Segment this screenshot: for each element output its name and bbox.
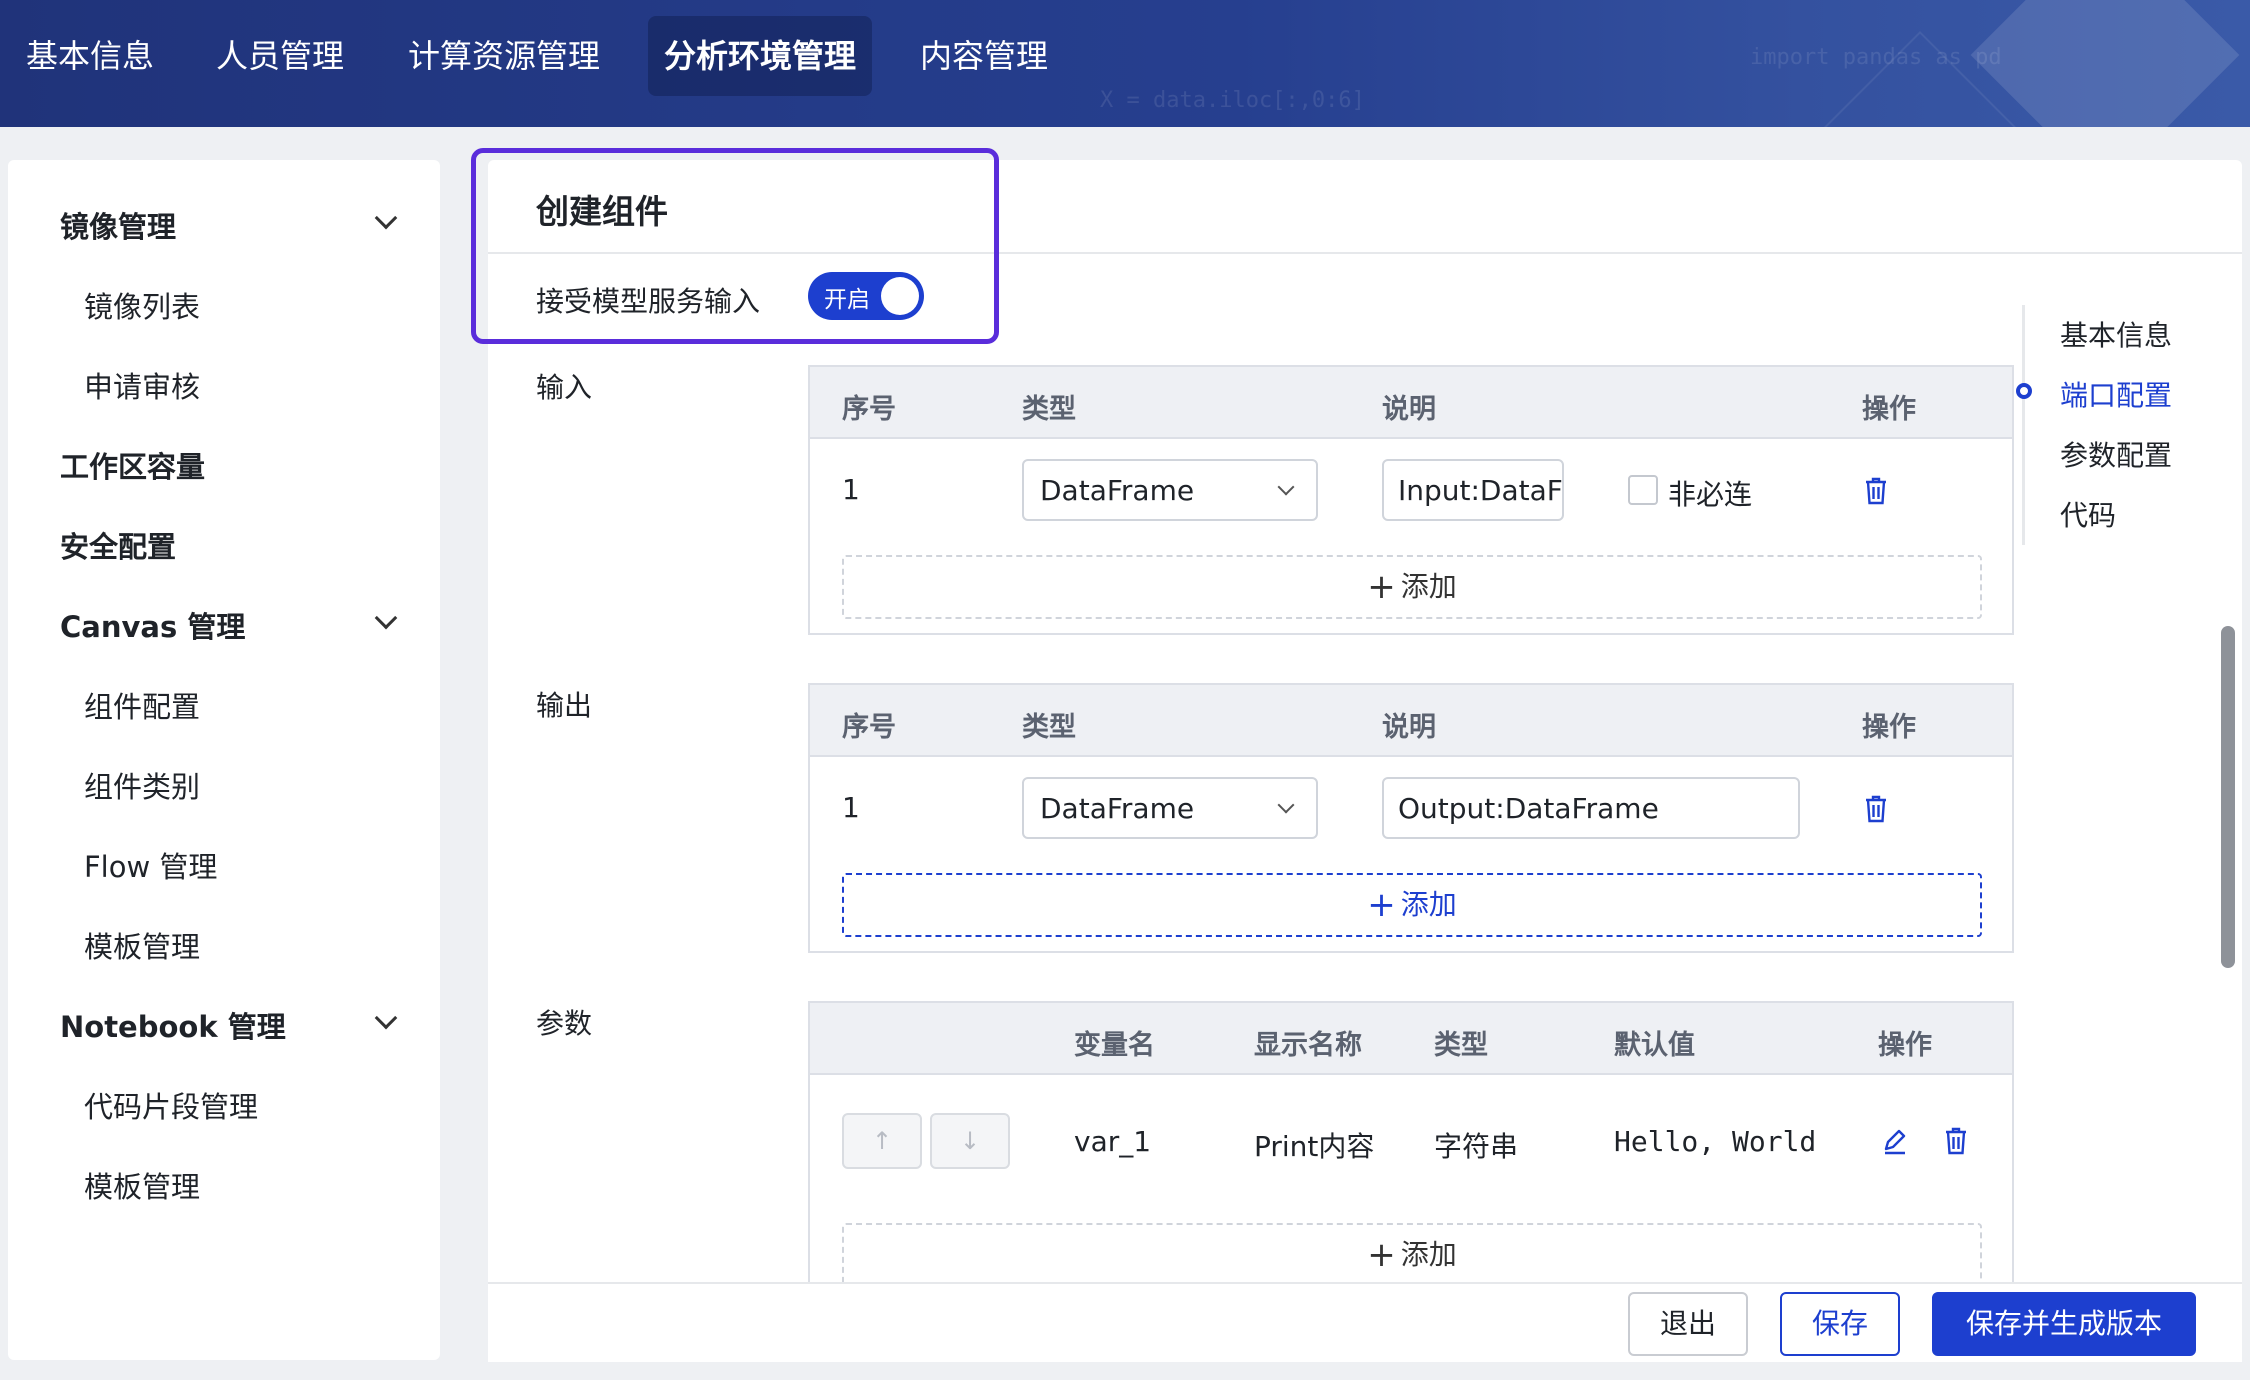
input-type-select[interactable]: DataFrame xyxy=(1022,459,1318,521)
row-index: 1 xyxy=(842,791,860,824)
move-down-button[interactable]: ↓ xyxy=(930,1113,1010,1169)
add-input-button[interactable]: + 添加 xyxy=(842,555,1982,619)
highlight-box xyxy=(471,148,999,344)
input-value: Input:DataFrame xyxy=(1398,474,1562,507)
param-var-name: var_1 xyxy=(1074,1125,1152,1158)
sidebar-item-code-snippets[interactable]: 代码片段管理 xyxy=(84,1084,258,1126)
add-label: 添加 xyxy=(1400,1238,1457,1271)
select-value: DataFrame xyxy=(1040,792,1195,825)
anchor-basic-info[interactable]: 基本信息 xyxy=(2060,314,2172,354)
sidebar-group-canvas[interactable]: Canvas 管理 xyxy=(60,604,245,646)
sidebar-item-workspace-capacity[interactable]: 工作区容量 xyxy=(60,444,205,486)
chevron-down-icon xyxy=(1277,478,1295,496)
trash-icon[interactable] xyxy=(1864,795,1888,823)
add-label: 添加 xyxy=(1400,888,1457,921)
output-section-label: 输出 xyxy=(536,689,593,722)
col-desc: 说明 xyxy=(1382,394,1436,425)
edit-icon[interactable] xyxy=(1882,1129,1908,1155)
col-actions: 操作 xyxy=(1862,394,1916,425)
chevron-down-icon[interactable] xyxy=(374,206,398,230)
nav-item-compute-resources[interactable]: 计算资源管理 xyxy=(392,16,616,96)
add-output-button[interactable]: + 添加 xyxy=(842,873,1982,937)
sidebar-item-component-config[interactable]: 组件配置 xyxy=(84,684,200,726)
input-section-label: 输入 xyxy=(536,371,593,404)
trash-icon[interactable] xyxy=(1864,477,1888,505)
col-actions: 操作 xyxy=(1878,1030,1932,1061)
background-code-text: X = data.iloc[:,0:6] xyxy=(1100,88,1365,113)
table-header: 序号 类型 说明 操作 xyxy=(810,367,2012,439)
optional-checkbox[interactable] xyxy=(1628,475,1658,505)
anchor-port-config[interactable]: 端口配置 xyxy=(2060,374,2172,414)
anchor-track xyxy=(2022,305,2025,545)
input-desc-field[interactable]: Input:DataFrame xyxy=(1382,459,1564,521)
row-index: 1 xyxy=(842,473,860,506)
sidebar-item-canvas-templates[interactable]: 模板管理 xyxy=(84,924,200,966)
output-ports-table: 序号 类型 说明 操作 1 DataFrame Output:DataFrame… xyxy=(808,683,2014,953)
col-type: 类型 xyxy=(1022,394,1076,425)
trash-icon[interactable] xyxy=(1944,1127,1968,1155)
chevron-down-icon xyxy=(1277,796,1295,814)
col-var-name: 变量名 xyxy=(1074,1030,1155,1061)
output-type-select[interactable]: DataFrame xyxy=(1022,777,1318,839)
col-type: 类型 xyxy=(1434,1030,1488,1061)
param-default-value: Hello, World xyxy=(1614,1125,1817,1158)
move-up-button[interactable]: ↑ xyxy=(842,1113,922,1169)
nav-item-content[interactable]: 内容管理 xyxy=(904,16,1064,96)
col-index: 序号 xyxy=(842,394,896,425)
col-desc: 说明 xyxy=(1382,712,1436,743)
input-ports-table: 序号 类型 说明 操作 1 DataFrame Input:DataFrame … xyxy=(808,365,2014,635)
col-display-name: 显示名称 xyxy=(1254,1030,1362,1061)
col-type: 类型 xyxy=(1022,712,1076,743)
param-type: 字符串 xyxy=(1434,1130,1519,1163)
table-header: 变量名 显示名称 类型 默认值 操作 xyxy=(810,1003,2012,1075)
anchor-active-dot xyxy=(2016,383,2032,399)
sidebar-item-flow[interactable]: Flow 管理 xyxy=(84,844,217,886)
optional-label: 非必连 xyxy=(1668,478,1753,511)
background-decoration xyxy=(1970,0,2240,127)
save-and-version-button[interactable]: 保存并生成版本 xyxy=(1932,1292,2196,1356)
sidebar-item-notebook-templates[interactable]: 模板管理 xyxy=(84,1164,200,1206)
sidebar-item-review[interactable]: 申请审核 xyxy=(84,364,200,406)
scrollbar-thumb[interactable] xyxy=(2221,626,2235,968)
param-display-name: Print内容 xyxy=(1254,1130,1375,1163)
add-param-button[interactable]: + 添加 xyxy=(842,1223,1982,1287)
anchor-param-config[interactable]: 参数配置 xyxy=(2060,434,2172,474)
nav-item-basic-info[interactable]: 基本信息 xyxy=(10,16,170,96)
sidebar: 镜像管理 镜像列表 申请审核 工作区容量 安全配置 Canvas 管理 组件配置… xyxy=(8,160,440,1360)
params-section-label: 参数 xyxy=(536,1007,593,1040)
sidebar-item-component-category[interactable]: 组件类别 xyxy=(84,764,200,806)
footer-bar: 退出 保存 保存并生成版本 xyxy=(488,1282,2242,1362)
anchor-code[interactable]: 代码 xyxy=(2060,494,2116,534)
exit-button[interactable]: 退出 xyxy=(1628,1292,1748,1356)
chevron-down-icon[interactable] xyxy=(374,606,398,630)
add-label: 添加 xyxy=(1400,570,1457,603)
select-value: DataFrame xyxy=(1040,474,1195,507)
output-desc-field[interactable]: Output:DataFrame xyxy=(1382,777,1800,839)
top-navigation-bar: import pandas as pd X = data.iloc[:,0:6]… xyxy=(0,0,2250,127)
sidebar-group-image-management[interactable]: 镜像管理 xyxy=(60,204,176,246)
sidebar-item-security[interactable]: 安全配置 xyxy=(60,524,176,566)
background-code-text: import pandas as pd xyxy=(1750,45,2002,70)
col-actions: 操作 xyxy=(1862,712,1916,743)
sidebar-group-notebook[interactable]: Notebook 管理 xyxy=(60,1004,286,1046)
table-header: 序号 类型 说明 操作 xyxy=(810,685,2012,757)
col-index: 序号 xyxy=(842,712,896,743)
chevron-down-icon[interactable] xyxy=(374,1006,398,1030)
nav-item-analysis-env[interactable]: 分析环境管理 xyxy=(648,16,873,96)
nav-item-personnel[interactable]: 人员管理 xyxy=(200,16,360,96)
col-default: 默认值 xyxy=(1614,1030,1695,1061)
save-button[interactable]: 保存 xyxy=(1780,1292,1900,1356)
sidebar-item-image-list[interactable]: 镜像列表 xyxy=(84,284,200,326)
input-value: Output:DataFrame xyxy=(1398,792,1659,825)
